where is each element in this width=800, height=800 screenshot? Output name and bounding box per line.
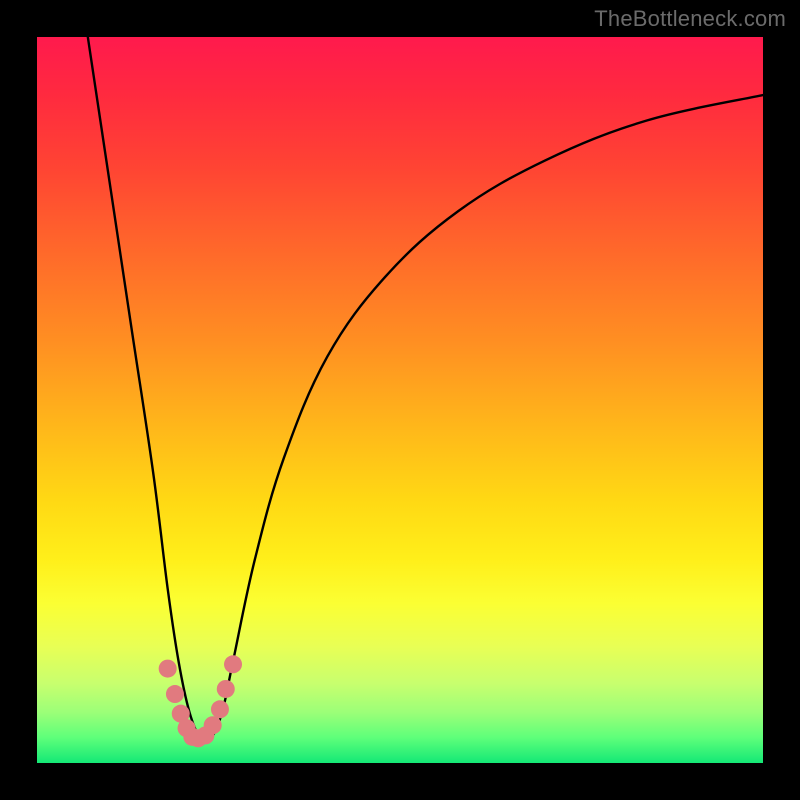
plot-area <box>37 37 763 763</box>
trough-marker-dot <box>211 700 229 718</box>
chart-frame: TheBottleneck.com <box>0 0 800 800</box>
trough-marker-dot <box>166 685 184 703</box>
trough-marker-dot <box>159 660 177 678</box>
bottleneck-curve <box>88 37 763 741</box>
trough-marker-dot <box>224 655 242 673</box>
trough-markers <box>159 655 242 747</box>
trough-marker-dot <box>204 716 222 734</box>
chart-svg <box>37 37 763 763</box>
watermark-text: TheBottleneck.com <box>594 6 786 32</box>
trough-marker-dot <box>217 680 235 698</box>
